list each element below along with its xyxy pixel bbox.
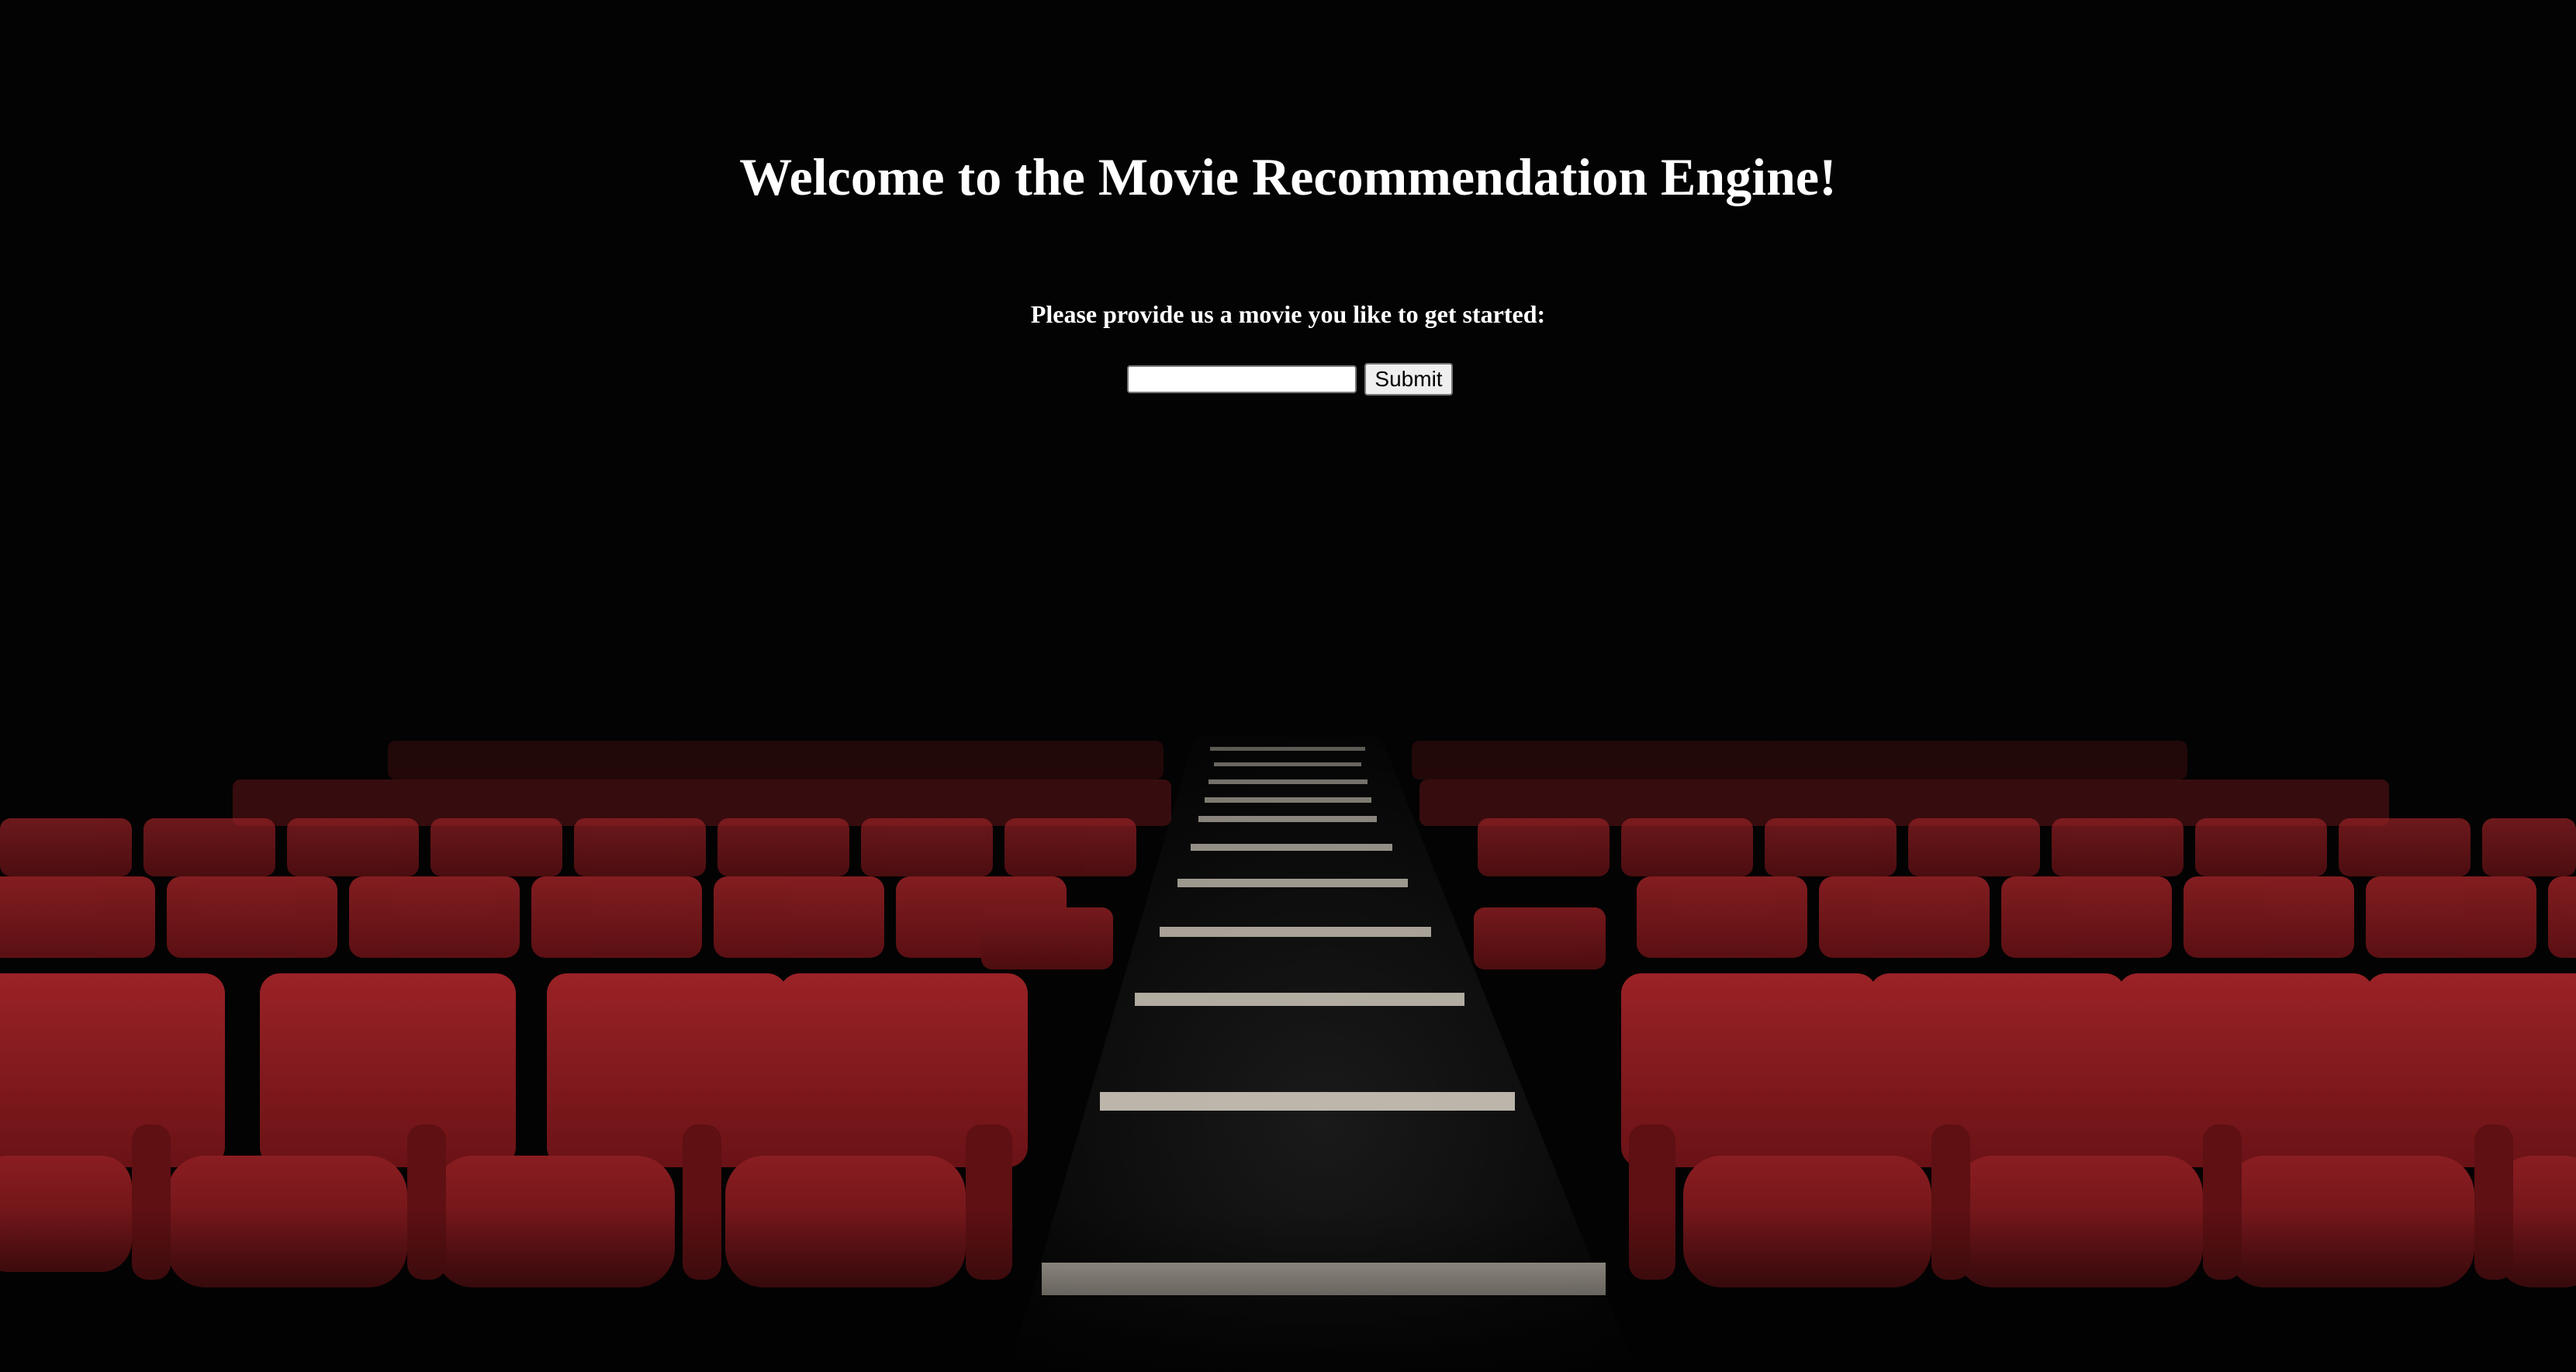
movie-input[interactable] — [1127, 365, 1357, 393]
movie-prompt-label: Please provide us a movie you like to ge… — [1030, 300, 1546, 328]
submit-button[interactable]: Submit — [1364, 363, 1453, 396]
page: Welcome to the Movie Recommendation Engi… — [0, 0, 2576, 1372]
page-title: Welcome to the Movie Recommendation Engi… — [739, 147, 1837, 206]
movie-form: Submit — [1127, 362, 1453, 396]
